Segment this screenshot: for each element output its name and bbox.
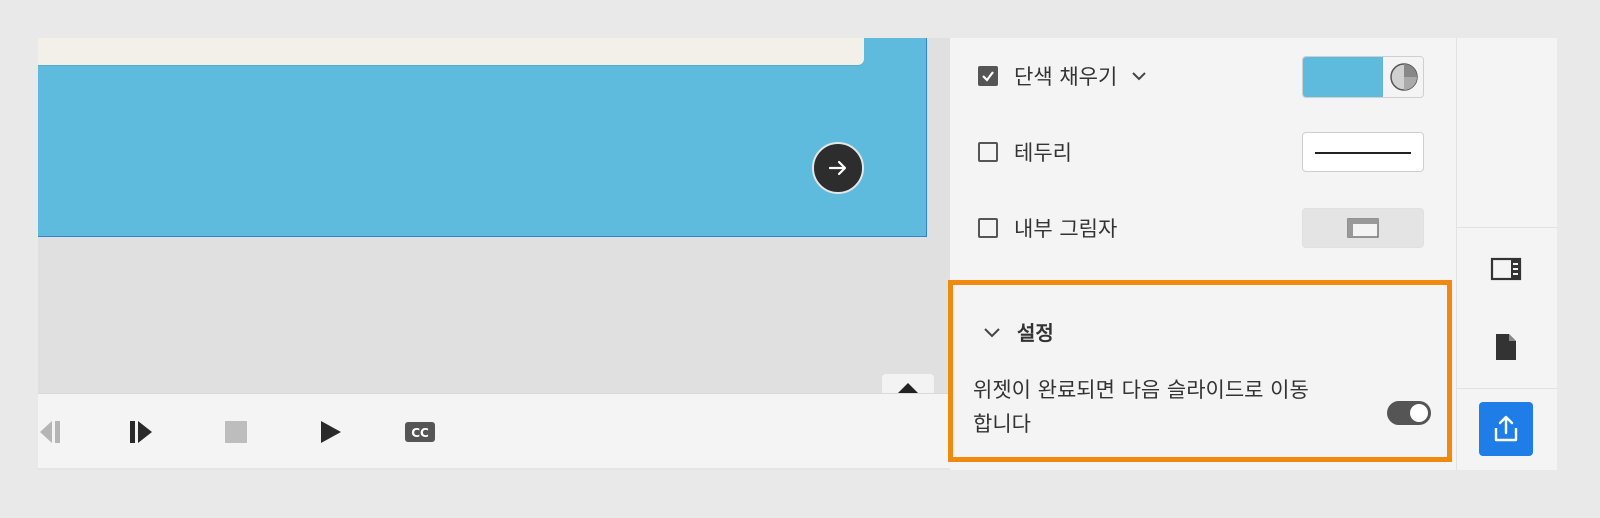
- border-row: 테두리: [978, 132, 1450, 172]
- border-style-swatch[interactable]: [1302, 132, 1424, 172]
- inner-shadow-swatch[interactable]: [1302, 208, 1424, 248]
- color-picker-button[interactable]: [1383, 57, 1423, 97]
- fill-color-preview: [1303, 57, 1383, 97]
- rail-divider: [1457, 227, 1557, 228]
- rewind-button[interactable]: [38, 416, 70, 448]
- next-arrow-button[interactable]: [812, 142, 864, 194]
- properties-panel-icon: [1490, 257, 1522, 281]
- inner-shadow-label: 내부 그림자: [1014, 217, 1118, 241]
- closed-captions-button[interactable]: CC: [404, 416, 436, 448]
- auto-advance-label-line1: 위젯이 완료되면 다음 슬라이드로 이동: [973, 378, 1309, 402]
- rail-divider: [1457, 388, 1557, 389]
- slide-content[interactable]: [38, 38, 927, 237]
- settings-section: 설정 위젯이 완료되면 다음 슬라이드로 이동 합니다: [948, 280, 1452, 462]
- checkmark-icon: [982, 71, 994, 82]
- publish-share-icon: [1494, 415, 1518, 442]
- slide-header-bar: [38, 38, 864, 65]
- border-checkbox[interactable]: [978, 142, 998, 162]
- closed-captions-icon: CC: [405, 422, 435, 442]
- fill-row: 단색 채우기: [978, 56, 1450, 98]
- caret-up-icon: [898, 383, 918, 393]
- step-forward-button[interactable]: [126, 416, 158, 448]
- border-line-preview: [1315, 152, 1411, 154]
- fill-label: 단색 채우기: [1014, 65, 1118, 89]
- settings-header[interactable]: 설정: [983, 317, 1054, 346]
- auto-advance-label: 위젯이 완료되면 다음 슬라이드로 이동 합니다: [973, 373, 1373, 441]
- editor-window: CC 단색 채우기 테두리 내부 그림자 설정 위젯이 완료되면 다음 슬라이드…: [38, 38, 1557, 470]
- playbar: CC: [38, 393, 972, 468]
- stop-button[interactable]: [220, 416, 252, 448]
- inner-shadow-checkbox[interactable]: [978, 218, 998, 238]
- chevron-down-icon: [984, 327, 1000, 337]
- rewind-icon: [40, 421, 60, 443]
- arrow-right-icon: [828, 160, 847, 176]
- chevron-down-icon[interactable]: [1131, 70, 1147, 82]
- toggle-knob: [1410, 404, 1428, 422]
- fill-checkbox[interactable]: [978, 66, 998, 86]
- properties-panel-button[interactable]: [1479, 242, 1533, 296]
- inner-shadow-row: 내부 그림자: [978, 208, 1450, 248]
- auto-advance-label-line2: 합니다: [973, 412, 1031, 436]
- play-icon: [321, 421, 341, 443]
- cc-label: CC: [411, 426, 429, 440]
- right-rail: [1456, 38, 1557, 470]
- stage-canvas: [38, 38, 972, 400]
- settings-title: 설정: [1017, 321, 1054, 345]
- stop-icon: [225, 421, 247, 443]
- step-forward-icon: [130, 421, 152, 443]
- border-label: 테두리: [1014, 141, 1072, 165]
- publish-share-button[interactable]: [1479, 402, 1533, 456]
- color-wheel-icon: [1390, 63, 1418, 91]
- auto-advance-toggle[interactable]: [1387, 401, 1431, 425]
- document-icon: [1496, 334, 1516, 360]
- fill-color-swatch[interactable]: [1302, 56, 1424, 98]
- inner-shadow-icon: [1347, 218, 1379, 238]
- play-button[interactable]: [314, 416, 346, 448]
- document-button[interactable]: [1479, 320, 1533, 374]
- properties-panel: 단색 채우기 테두리 내부 그림자 설정 위젯이 완료되면 다음 슬라이드로 이…: [948, 38, 1456, 470]
